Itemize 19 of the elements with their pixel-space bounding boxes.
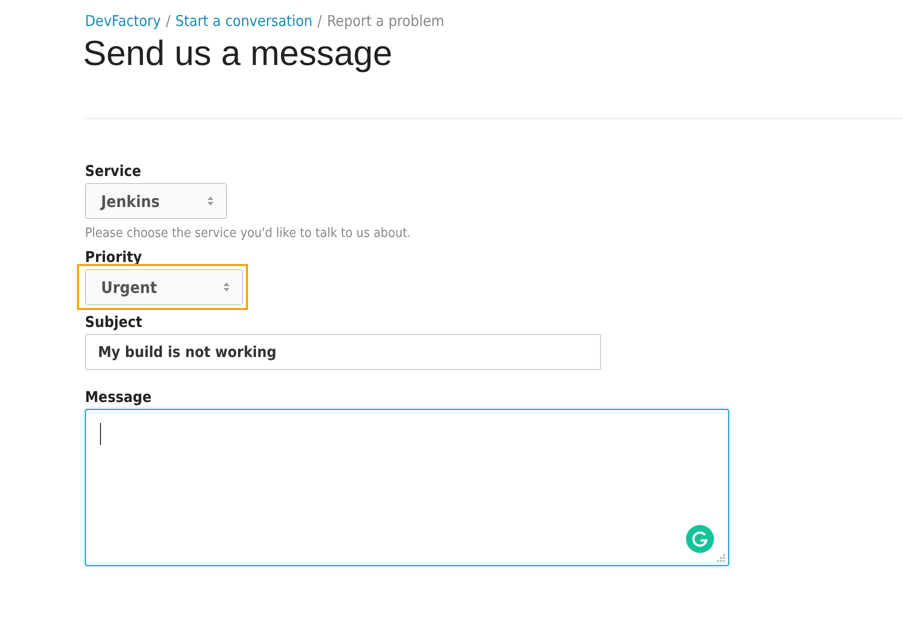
field-label: Subject xyxy=(85,313,144,331)
breadcrumb-link[interactable]: DevFactory xyxy=(85,12,161,30)
field-label: Priority xyxy=(85,248,143,266)
input-field[interactable]: My build is not working xyxy=(85,334,601,370)
breadcrumb-separator: / xyxy=(317,12,322,30)
select-field[interactable]: Urgent xyxy=(85,269,243,305)
message-field[interactable] xyxy=(85,409,729,566)
help-text: Please choose the service you'd like to talk to us about. xyxy=(85,226,412,241)
breadcrumb-current: Report a problem xyxy=(326,12,444,30)
text-cursor xyxy=(100,423,101,445)
updown-arrow-icon xyxy=(223,282,230,292)
breadcrumb-link[interactable]: Start a conversation xyxy=(175,12,312,30)
field-label: Service xyxy=(85,162,142,180)
breadcrumb-separator: / xyxy=(166,12,170,30)
page-title: Send us a message xyxy=(83,34,394,74)
select-field[interactable]: Jenkins xyxy=(85,183,227,219)
updown-arrow-icon xyxy=(207,196,214,206)
field-label: Message xyxy=(85,388,153,406)
resize-grip-icon[interactable] xyxy=(717,554,726,563)
